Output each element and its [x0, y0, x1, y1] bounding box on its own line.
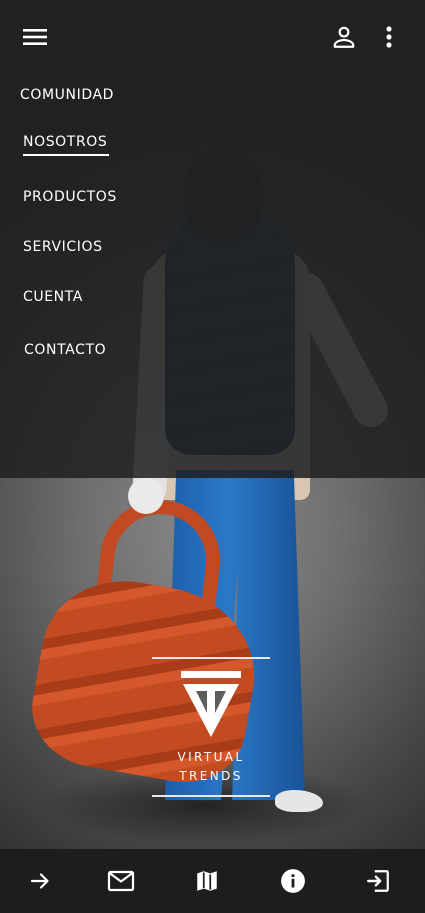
logo-bottom-line [152, 795, 270, 797]
hamburger-menu-icon[interactable] [18, 20, 52, 54]
exit-icon[interactable] [362, 865, 394, 897]
nav-item-comunidad[interactable]: COMUNIDAD [20, 87, 114, 103]
nav-item-contacto[interactable]: CONTACTO [24, 342, 106, 358]
logo-mark-icon [181, 671, 241, 737]
mail-icon[interactable] [105, 865, 137, 897]
arrow-right-icon[interactable] [24, 865, 56, 897]
logo-text-trends: TRENDS [179, 769, 243, 783]
hero-image: VIRTUAL TRENDS COMUNIDAD NOSOTROS PRODUC… [0, 0, 425, 849]
model-hand [128, 478, 164, 514]
menu-overlay: COMUNIDAD NOSOTROS PRODUCTOS SERVICIOS C… [0, 0, 425, 478]
nav-item-productos[interactable]: PRODUCTOS [23, 189, 117, 205]
nav-item-cuenta[interactable]: CUENTA [23, 289, 83, 305]
info-icon[interactable] [277, 865, 309, 897]
map-icon[interactable] [191, 865, 223, 897]
nav-item-nosotros[interactable]: NOSOTROS [23, 134, 110, 156]
nav-item-servicios[interactable]: SERVICIOS [23, 239, 103, 255]
bottom-navigation-bar [0, 849, 425, 913]
virtual-trends-logo: VIRTUAL TRENDS [152, 657, 270, 797]
account-icon[interactable] [327, 20, 361, 54]
top-app-bar [0, 0, 425, 72]
logo-text-virtual: VIRTUAL [177, 750, 245, 764]
more-vertical-icon[interactable] [374, 20, 404, 54]
logo-top-line [152, 657, 270, 659]
